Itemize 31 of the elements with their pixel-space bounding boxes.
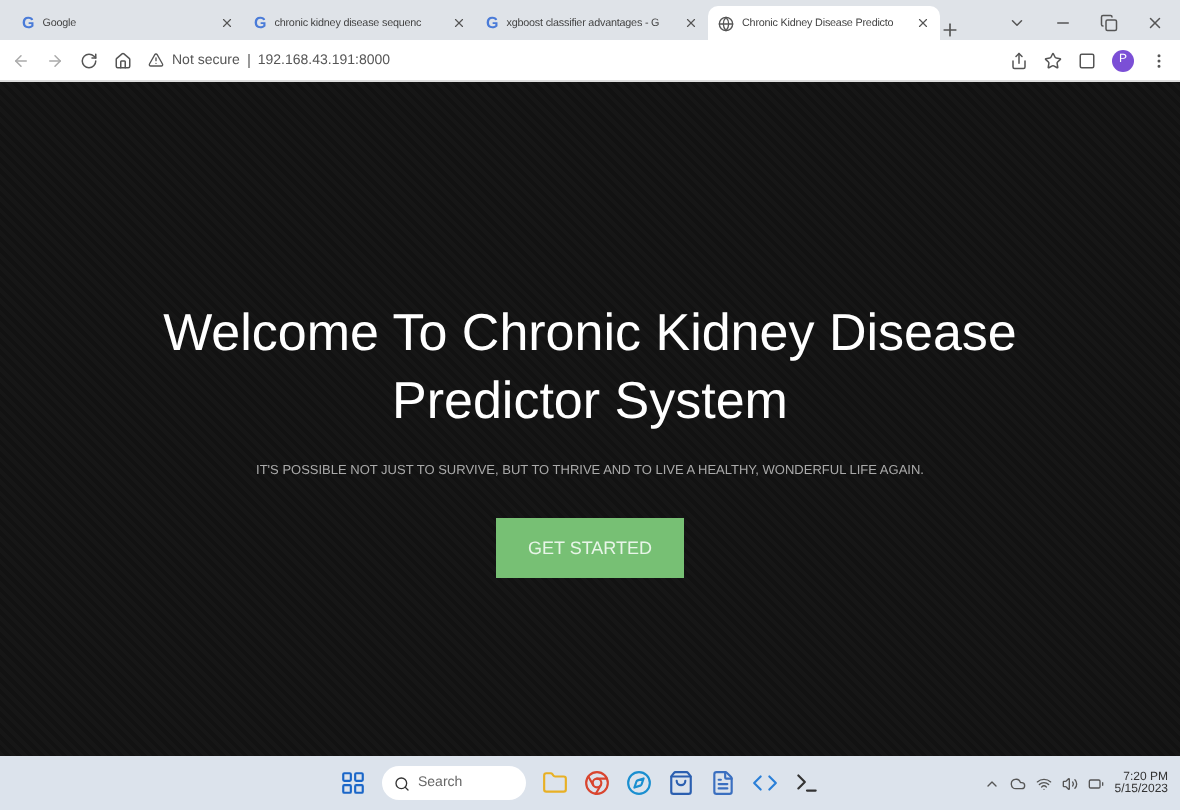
windows-icon[interactable] [340,770,366,796]
close-icon[interactable] [1146,14,1164,32]
star-icon[interactable] [1044,51,1062,69]
favicon: G [486,14,499,32]
new-tab-icon[interactable] [940,20,960,40]
favicon: G [254,14,267,32]
sidebar-icon[interactable] [1078,51,1096,69]
close-icon[interactable] [452,16,466,30]
reload-icon[interactable] [80,51,98,69]
compass-icon[interactable] [626,770,652,796]
search-icon [394,775,410,791]
cloud-icon[interactable] [1010,775,1027,791]
close-icon[interactable] [916,16,930,30]
terminal-icon[interactable] [794,770,820,796]
notepad-icon[interactable] [710,770,736,796]
favicon: G [22,14,35,32]
home-icon[interactable] [114,51,132,69]
globe-icon [718,15,734,31]
restore-icon[interactable] [1100,14,1118,32]
code-icon[interactable] [752,770,778,796]
battery-icon[interactable] [1088,775,1105,791]
chevron-down-icon[interactable] [1008,14,1026,32]
close-icon[interactable] [684,16,698,30]
volume-icon[interactable] [1062,775,1079,791]
browser-icon[interactable] [584,770,610,796]
share-icon[interactable] [1010,51,1028,69]
close-icon[interactable] [220,16,234,30]
warning-icon [148,52,164,68]
wifi-icon[interactable] [1036,775,1053,791]
hero-title: Welcome To Chronic Kidney Disease Predictor System [161,300,1019,434]
bag-icon[interactable] [668,770,694,796]
